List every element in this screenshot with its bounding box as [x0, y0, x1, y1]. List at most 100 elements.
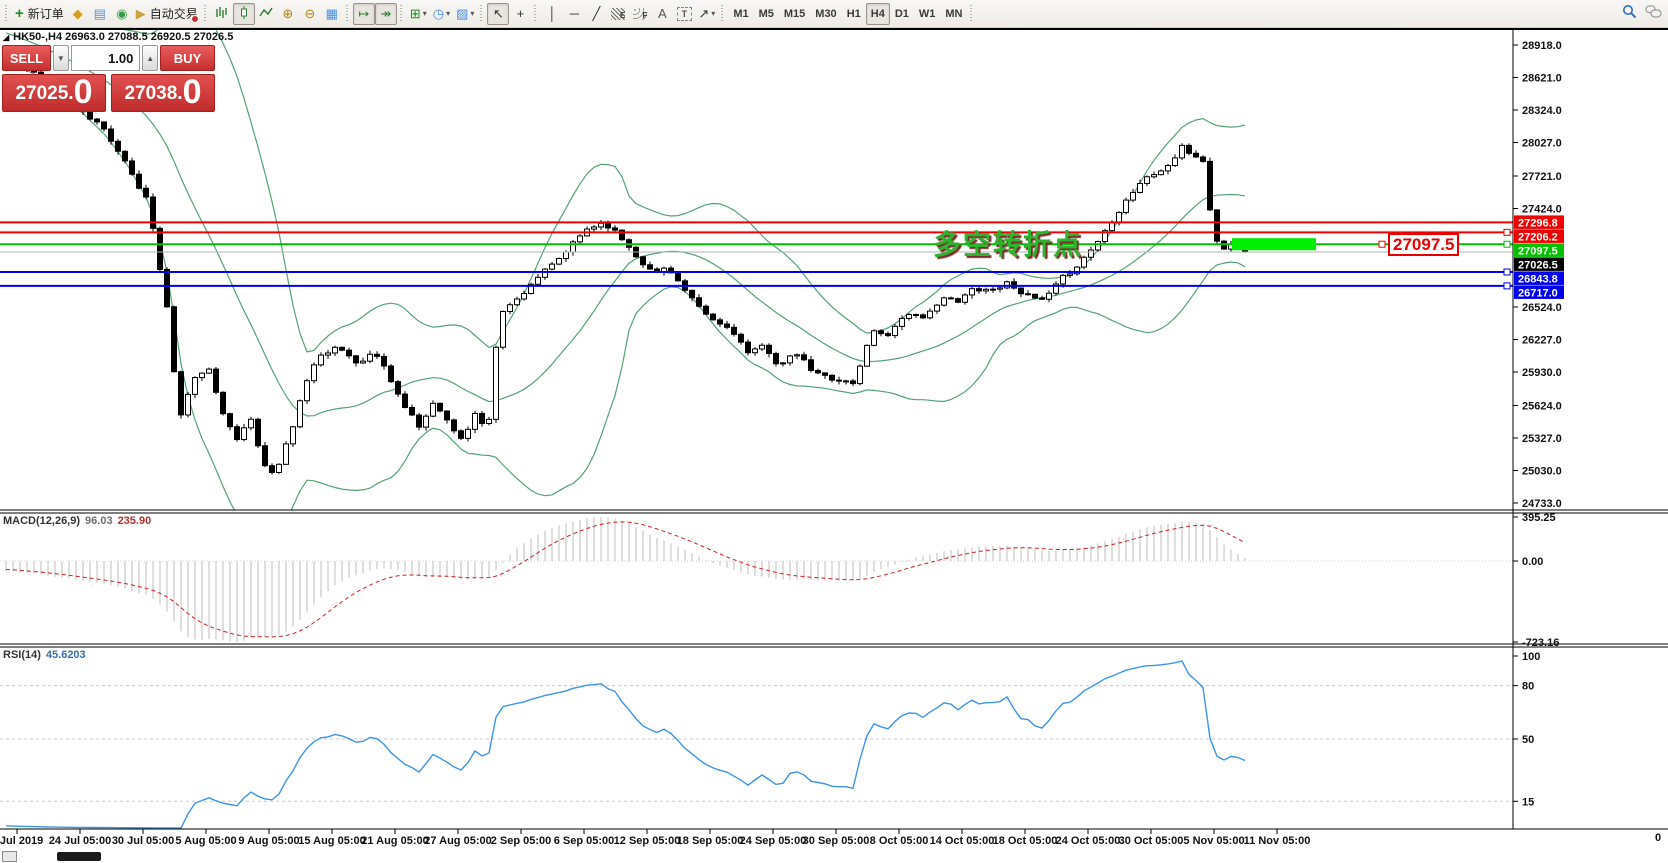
profile-button[interactable]: ◆	[67, 3, 89, 25]
bear-candle	[641, 257, 646, 265]
bull-candle	[487, 419, 492, 423]
indicators-button[interactable]: ⊞▾	[407, 3, 430, 25]
bear-candle	[879, 331, 884, 334]
chevron-down-icon[interactable]: ▾	[470, 9, 474, 18]
volume-input[interactable]: 1.00	[71, 45, 141, 71]
timeframe-button-m30[interactable]: M30	[810, 3, 841, 25]
text-label-button[interactable]: T	[673, 3, 695, 25]
bear-candle	[123, 151, 128, 161]
chart-tab-icon[interactable]	[2, 851, 17, 862]
chat-icon[interactable]	[1645, 5, 1662, 24]
autotrade-button[interactable]: ▶自动交易	[133, 3, 201, 25]
timeframe-button-m1[interactable]: M1	[728, 3, 753, 25]
macd-pane[interactable]	[0, 517, 1513, 642]
toolbar-right-icons	[1622, 0, 1662, 28]
bear-candle	[452, 420, 457, 431]
timeframe-button-h4[interactable]: H4	[866, 3, 890, 25]
bear-candle	[732, 327, 737, 334]
arrows-button[interactable]: ↗▾	[695, 3, 718, 25]
buy-button[interactable]: BUY	[160, 45, 215, 71]
market-watch-button[interactable]: ▤	[89, 3, 111, 25]
cursor-button[interactable]: ↖	[487, 3, 509, 25]
timeframe-button-d1[interactable]: D1	[890, 3, 914, 25]
timeframe-button-w1[interactable]: W1	[914, 3, 941, 25]
text-button[interactable]: A	[651, 3, 673, 25]
zoom-in-button[interactable]: ⊕	[277, 3, 299, 25]
bull-candle	[893, 326, 898, 335]
bull-candle	[1047, 293, 1052, 299]
toolbar-group-grip	[479, 5, 484, 23]
search-icon[interactable]	[1622, 4, 1637, 24]
bear-candle	[396, 382, 401, 394]
sell-button[interactable]: SELL	[2, 45, 51, 71]
price-line-tag[interactable]: 27097.5	[1388, 233, 1459, 256]
bear-candle	[837, 380, 842, 381]
sell-price[interactable]: 27025.0	[2, 74, 106, 112]
chevron-down-icon[interactable]: ▾	[711, 9, 715, 18]
timeframe-button-m15[interactable]: M15	[779, 3, 810, 25]
templates-button[interactable]: ▨▾	[453, 3, 477, 25]
line-edit-marker	[1504, 283, 1510, 289]
bottom-strip	[0, 848, 1668, 863]
line-chart-button[interactable]	[255, 3, 277, 25]
bull-candle	[942, 298, 947, 305]
buy-price[interactable]: 27038.0	[111, 74, 215, 112]
symbol-marker-icon: ◢	[3, 33, 9, 42]
bear-candle	[1187, 145, 1192, 153]
bar-chart-button[interactable]	[211, 3, 233, 25]
price-axis-label: 24733.0	[1522, 498, 1562, 510]
candlestick-button[interactable]	[233, 3, 255, 25]
trendline-icon: ╱	[592, 6, 600, 22]
chart-canvas[interactable]: 28918.028621.028324.028027.027721.027424…	[0, 0, 1668, 863]
timeframe-button-h1[interactable]: H1	[842, 3, 866, 25]
crosshair-button[interactable]: +	[509, 3, 531, 25]
timeframe-button-m5[interactable]: M5	[754, 3, 779, 25]
price-axis[interactable]: 28918.028621.028324.028027.027721.027424…	[1513, 40, 1564, 808]
bull-candle	[998, 288, 1003, 289]
buy-price-main: 27038.	[124, 79, 182, 109]
bull-candle	[431, 403, 436, 416]
volume-decrease-button[interactable]: ▼	[53, 45, 69, 71]
date-axis[interactable]: 3 Jul 201924 Jul 05:0030 Jul 05:005 Aug …	[0, 829, 1661, 847]
chevron-down-icon[interactable]: ▾	[446, 9, 450, 18]
one-click-trade-panel: SELL ▼ 1.00 ▲ BUY 27025.0 27038.0	[2, 45, 215, 112]
new-order-button[interactable]: +新订单	[12, 3, 67, 25]
horizontal-line-button[interactable]: ─	[563, 3, 585, 25]
bear-candle	[256, 419, 261, 446]
rsi-value: 45.6203	[46, 649, 86, 661]
timeframe-button-mn[interactable]: MN	[940, 3, 967, 25]
rsi-name: RSI(14)	[3, 649, 41, 661]
date-axis-label: 5 Nov 05:00	[1183, 835, 1244, 847]
bull-candle	[424, 416, 429, 427]
fibonacci-button[interactable]: F	[629, 3, 651, 25]
bull-candle	[1117, 212, 1122, 222]
tile-windows-button[interactable]: ▦	[321, 3, 343, 25]
profile-icon: ◆	[73, 6, 83, 22]
bull-candle	[186, 394, 191, 415]
bear-candle	[830, 375, 835, 380]
chart-annotation-text[interactable]: 多空转折点	[933, 223, 1083, 263]
signals-button[interactable]: ◉	[111, 3, 133, 25]
chevron-down-icon[interactable]: ▾	[423, 9, 427, 18]
bull-candle	[1138, 183, 1143, 192]
bear-candle	[417, 415, 422, 427]
auto-scroll-button[interactable]: ↦	[353, 3, 375, 25]
trendline-button[interactable]: ╱	[585, 3, 607, 25]
bear-candle	[774, 353, 779, 363]
chart-shift-button[interactable]: ↠	[375, 3, 397, 25]
equidistant-channel-button[interactable]: E	[607, 3, 629, 25]
highlight-zone-bar[interactable]	[1232, 238, 1316, 250]
main-price-pane[interactable]	[0, 0, 1513, 538]
rsi-pane[interactable]	[0, 661, 1513, 828]
bear-candle	[151, 197, 156, 228]
bull-candle	[1173, 158, 1178, 166]
vertical-line-button[interactable]: │	[541, 3, 563, 25]
date-axis-label: 14 Oct 05:00	[930, 835, 995, 847]
volume-increase-button[interactable]: ▲	[142, 45, 158, 71]
date-axis-label: 24 Sep 05:00	[740, 835, 807, 847]
bear-candle	[382, 356, 387, 366]
zoom-out-button[interactable]: ⊖	[299, 3, 321, 25]
periods-button[interactable]: ◷▾	[430, 3, 453, 25]
bear-candle	[606, 223, 611, 228]
date-axis-label: 5 Aug 05:00	[175, 835, 236, 847]
